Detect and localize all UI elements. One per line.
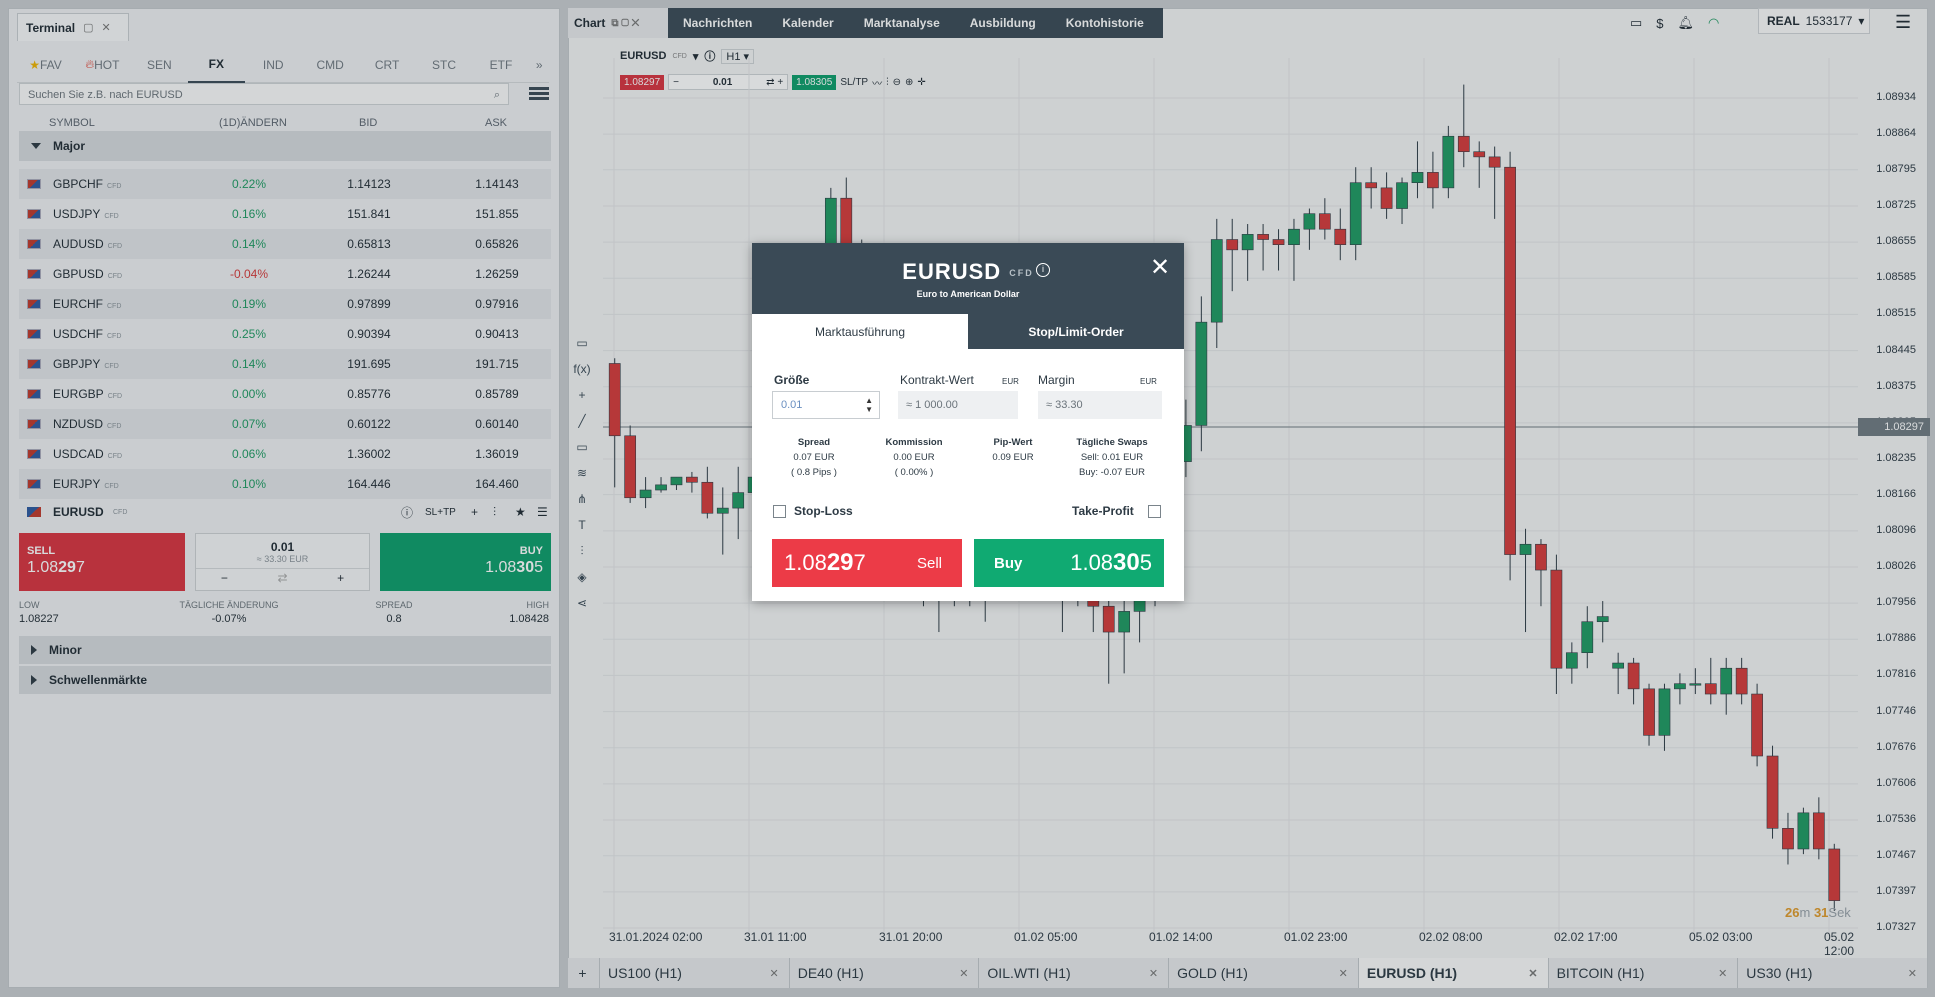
info-icon[interactable]: i <box>1036 263 1050 277</box>
stop-loss-checkbox[interactable] <box>773 505 786 518</box>
modal-sell-button[interactable]: 1.08297 Sell <box>772 539 962 587</box>
contract-value: ≈ 1 000.00 <box>898 391 1018 419</box>
pip-info: Pip-Wert 0.09 EUR <box>992 437 1034 463</box>
swap-info: Tägliche Swaps Sell: 0.01 EUR Buy: -0.07 E… <box>1076 437 1148 478</box>
modal-sell-label: Sell <box>916 554 942 572</box>
size-input[interactable]: 0.01 ▲ ▼ <box>772 391 880 419</box>
close-icon[interactable]: ✕ <box>1150 253 1170 282</box>
modal-sell-price: 1.08297 <box>784 549 866 576</box>
dialog-title: EURUSD CFD <box>902 259 1034 284</box>
size-label: Größe <box>774 373 810 387</box>
tab-stop-limit[interactable]: Stop/Limit-Order <box>968 314 1184 349</box>
take-profit-checkbox[interactable] <box>1148 505 1161 518</box>
margin-label: Margin <box>1038 373 1075 387</box>
contract-label: Kontrakt-Wert <box>900 373 974 387</box>
take-profit-label: Take-Profit <box>1072 504 1134 518</box>
dialog-subtitle: Euro to American Dollar <box>916 289 1020 299</box>
modal-buy-label: Buy <box>994 554 1023 572</box>
stop-loss-label: Stop-Loss <box>794 504 853 518</box>
modal-buy-button[interactable]: Buy 1.08305 <box>974 539 1164 587</box>
spread-info: Spread 0.07 EUR( 0.8 Pips ) <box>791 437 837 478</box>
tab-market-execution[interactable]: Marktausführung <box>752 314 968 349</box>
commission-info: Kommission 0.00 EUR( 0.00% ) <box>885 437 943 478</box>
dialog-header: EURUSD CFD i Euro to American Dollar ✕ Ma… <box>752 243 1184 349</box>
contract-currency: EUR <box>1002 377 1019 386</box>
margin-currency: EUR <box>1140 377 1157 386</box>
order-dialog: EURUSD CFD i Euro to American Dollar ✕ Ma… <box>752 243 1184 601</box>
modal-buy-price: 1.08305 <box>1070 549 1152 576</box>
margin-value: ≈ 33.30 <box>1038 391 1162 419</box>
